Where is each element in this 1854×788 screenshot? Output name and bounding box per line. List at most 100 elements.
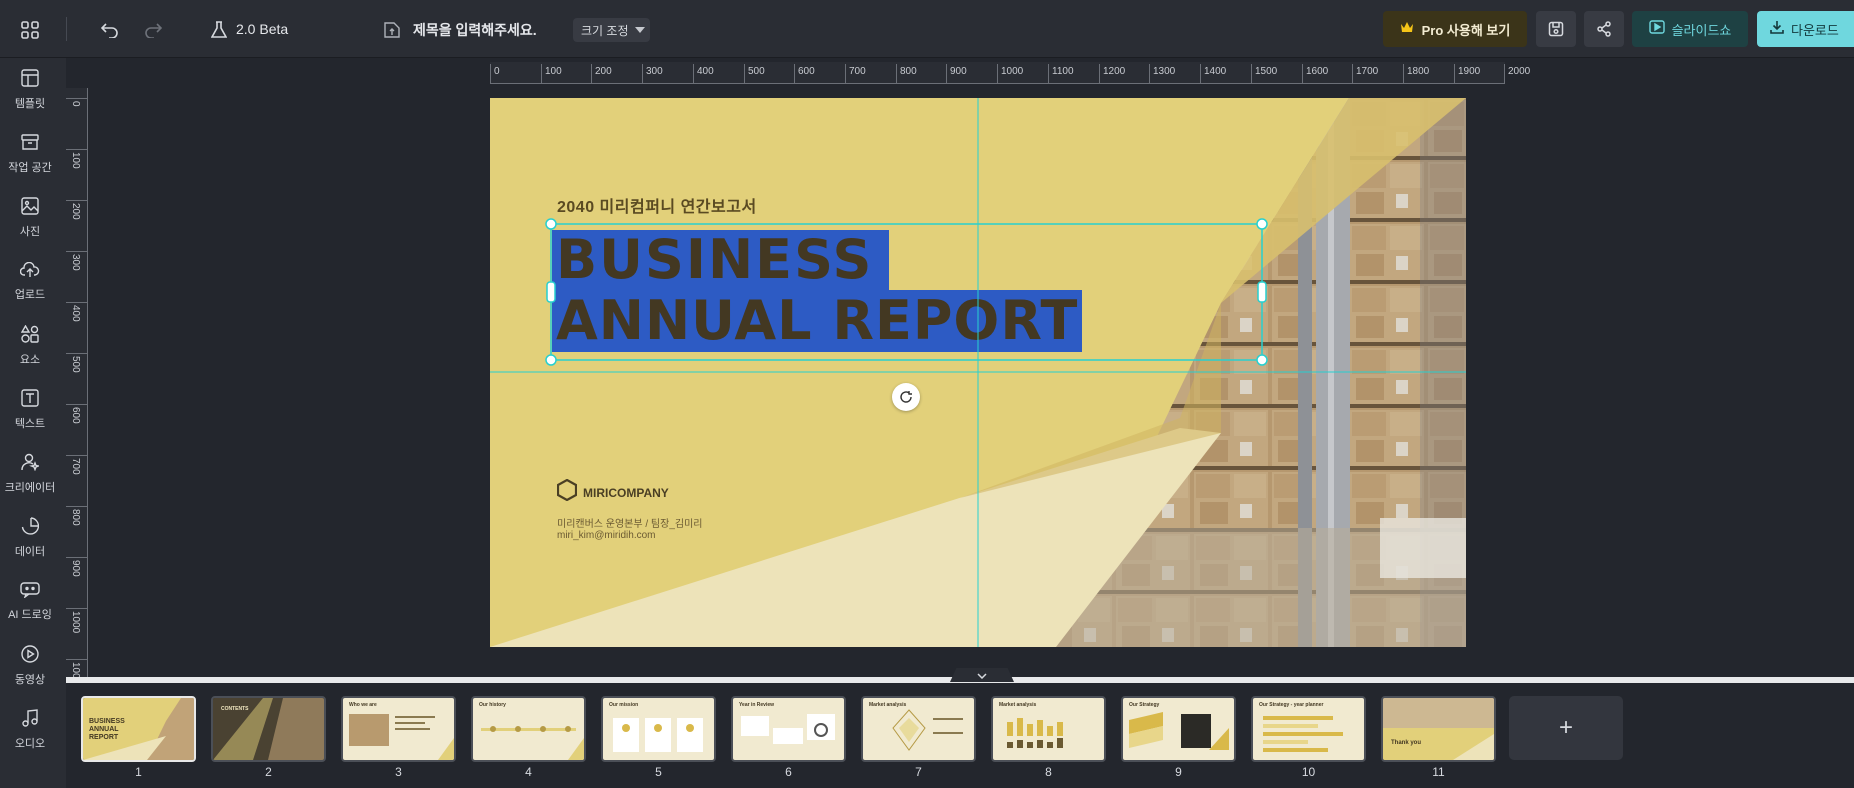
horizontal-ruler: 0 100 200 300 400 500 600 700 800 900 10… [490,62,1530,84]
slide-subtitle[interactable]: 2040 미리컴퍼니 연간보고서 [557,193,757,217]
resize-dropdown[interactable]: 크기 조정 [573,18,650,42]
page-thumbnail-6[interactable]: Year in Review [731,696,846,762]
page-thumbnail-2[interactable]: CONTENTS [211,696,326,762]
sidebar-item-data[interactable]: 데이터 [0,509,60,567]
vertical-ruler: 0 100 200 300 400 500 600 700 800 900 10… [66,88,88,680]
sidebar-item-ai-drawing[interactable]: AI 드로잉 [0,573,60,631]
sidebar-item-audio[interactable]: 오디오 [0,701,60,759]
ruler-label: 900 [70,560,81,577]
page-number: 10 [1301,765,1316,779]
page-thumbnail-3[interactable]: Who we are [341,696,456,762]
ruler-label: 1900 [1458,66,1481,77]
company-name: MIRICOMPANY [583,485,669,500]
sidebar-item-label: 크리에이터 [4,482,56,494]
page-thumbnail-4[interactable]: Our history [471,696,586,762]
crown-icon [1400,20,1414,38]
page-thumbnail-8[interactable]: Market analysis [991,696,1106,762]
resize-label: 크기 조정 [581,23,629,38]
ruler-label: 1100 [1052,66,1074,77]
download-label: 다운로드 [1791,22,1839,38]
sidebar-item-label: 오디오 [14,738,46,750]
sidebar-item-label: 텍스트 [14,418,46,430]
title-input[interactable]: 제목을 입력해주세요. [413,20,537,40]
slide-title-line2: ANNUAL REPORT [552,290,1083,352]
ruler-label: 1000 [70,611,81,634]
chart-icon [21,517,40,538]
thumbnail-caption: Who we are [349,702,377,708]
thumbnail-caption: Our mission [609,702,639,708]
ruler-label: 0 [70,101,81,107]
ruler-label: 600 [70,407,81,424]
page-thumbnail-10[interactable]: Our Strategy - year planner [1251,696,1366,762]
ruler-label: 100 [70,152,81,169]
page-thumbnail-9[interactable]: Our Strategy [1121,696,1236,762]
slide-canvas[interactable]: 2040 미리컴퍼니 연간보고서 BUSINESS ANNUAL REPORT … [490,98,1466,647]
ruler-label: 1700 [1356,66,1379,77]
ruler-label: 300 [70,254,81,271]
cloud-upload-icon [19,261,40,281]
ruler-label: 1200 [1103,66,1126,77]
sidebar-item-workspace[interactable]: 작업 공간 [0,125,60,183]
page-thumbnail-7[interactable]: Market analysis [861,696,976,762]
redo-icon[interactable] [141,18,165,42]
sidebar-item-photo[interactable]: 사진 [0,189,60,247]
ruler-label: 700 [70,458,81,475]
apps-grid-icon[interactable] [18,18,42,42]
sidebar-item-elements[interactable]: 요소 [0,317,60,375]
thumbnail-caption: CONTENTS [221,706,249,712]
slide-title-block[interactable]: BUSINESS ANNUAL REPORT [552,230,1083,352]
company-logo[interactable]: MIRICOMPANY [556,478,669,506]
sidebar-item-text[interactable]: 텍스트 [0,381,60,439]
page-number: 11 [1432,765,1445,779]
save-icon[interactable] [1536,11,1576,47]
sidebar-item-label: 데이터 [14,546,46,558]
ruler-label: 1000 [1001,66,1024,77]
sidebar-item-label: AI 드로잉 [8,609,52,621]
file-icon [380,18,404,42]
add-page-button[interactable]: + [1509,696,1623,760]
shapes-icon [20,324,39,346]
page-number: 9 [1175,765,1182,779]
undo-icon[interactable] [98,18,122,42]
page-number: 3 [395,765,402,779]
ruler-label: 100 [545,66,562,77]
sidebar-item-label: 요소 [19,354,41,366]
page-number: 8 [1045,765,1052,779]
pro-trial-label: Pro 사용해 보기 [1421,22,1511,38]
ruler-label: 700 [849,66,866,77]
download-button[interactable]: 다운로드 [1757,11,1854,47]
sidebar-item-upload[interactable]: 업로드 [0,253,60,311]
slideshow-label: 슬라이드쇼 [1671,22,1732,38]
page-thumbnail-11[interactable]: Thank you [1381,696,1496,762]
sidebar-item-creator[interactable]: 크리에이터 [0,445,60,503]
pro-trial-button[interactable]: Pro 사용해 보기 [1383,11,1527,47]
thumbnail-caption: Market analysis [999,702,1037,708]
text-icon [21,389,39,410]
ruler-label: 200 [595,66,612,77]
plus-icon: + [1558,714,1573,741]
page-thumbnail-1[interactable]: BUSINESS ANNUAL REPORT [81,696,196,762]
ruler-label: 600 [798,66,815,77]
share-icon[interactable] [1584,11,1624,47]
ruler-label: 1300 [1153,66,1176,77]
page-number: 7 [915,765,922,779]
ruler-label: 2000 [1508,66,1531,77]
ruler-label: 300 [646,66,663,77]
ruler-label: 800 [900,66,917,77]
top-toolbar: 2.0 Beta 제목을 입력해주세요. 크기 조정 Pro 사용해 보기 슬라… [0,0,1854,58]
thumbnail-caption: BUSINESS ANNUAL REPORT [89,718,125,741]
sidebar-item-template[interactable]: 템플릿 [0,61,60,119]
left-sidebar: 템플릿 작업 공간 사진 업로드 요소 텍스트 크리에이터 데이터 AI 드로잉… [0,58,66,788]
sidebar-item-video[interactable]: 동영상 [0,637,60,695]
chevron-down-icon [977,668,987,682]
slideshow-button[interactable]: 슬라이드쇼 [1632,11,1748,47]
ruler-label: 200 [70,203,81,220]
page-thumbnail-5[interactable]: Our mission [601,696,716,762]
collapse-panel-button[interactable] [950,668,1014,682]
beta-flask-icon [208,19,230,41]
play-icon [21,645,39,666]
rotate-handle-icon[interactable] [892,383,920,411]
email-line[interactable]: miri_kim@miridih.com [557,530,656,541]
ruler-label: 400 [697,66,714,77]
author-line[interactable]: 미리캔버스 운영본부 / 팀장_김미리 [557,515,702,530]
